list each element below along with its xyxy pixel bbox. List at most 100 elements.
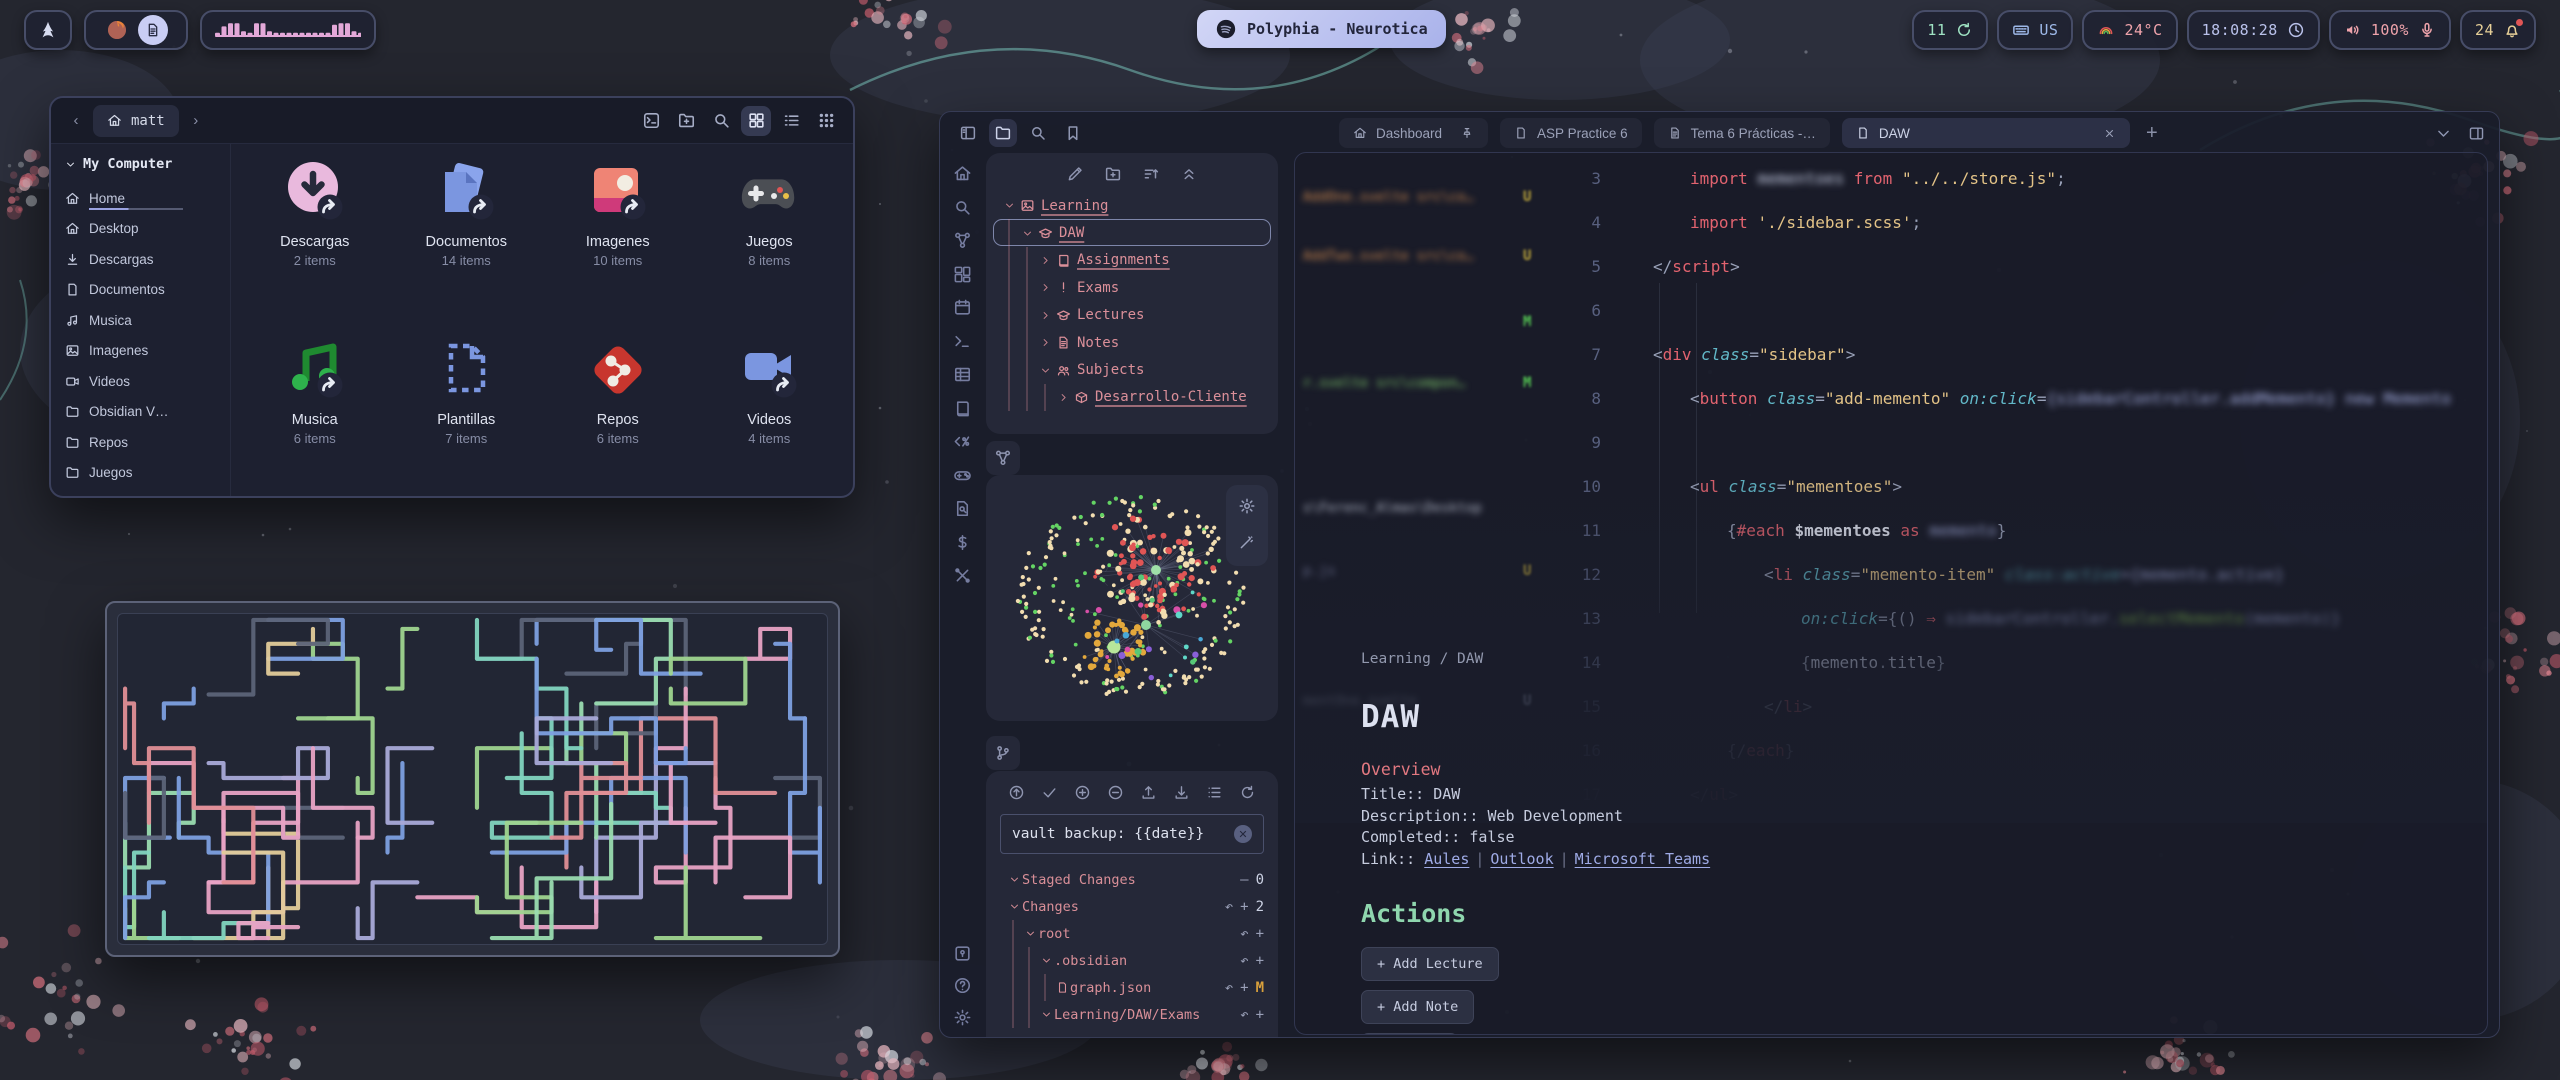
terminal-button[interactable] bbox=[636, 106, 666, 136]
graph-panel-toggle[interactable] bbox=[986, 441, 1020, 475]
undo-icon[interactable]: ↶ bbox=[1225, 980, 1233, 996]
sidebar-item-home[interactable]: Home bbox=[65, 183, 230, 214]
tree-pencil-button[interactable] bbox=[1066, 165, 1084, 183]
git-downloadtray-button[interactable] bbox=[1173, 784, 1190, 801]
breadcrumb[interactable]: matt bbox=[93, 105, 179, 137]
stage-icon[interactable]: + bbox=[1240, 899, 1248, 915]
git-row-root[interactable]: root↶+ bbox=[1000, 920, 1264, 947]
tree-item-notes[interactable]: Notes bbox=[986, 329, 1278, 356]
git-refresh-button[interactable] bbox=[1239, 784, 1256, 801]
dotsview-button[interactable] bbox=[811, 106, 841, 136]
git-upload-button[interactable] bbox=[1140, 784, 1157, 801]
volume-widget[interactable]: 100% bbox=[2329, 10, 2451, 50]
sidebar-item-obsidian-v-[interactable]: Obsidian V… bbox=[65, 397, 230, 428]
sidebar-item-juegos[interactable]: Juegos bbox=[65, 458, 230, 489]
files-tab[interactable] bbox=[989, 119, 1017, 147]
graph-settings-button[interactable] bbox=[1238, 497, 1256, 518]
sidebar-item-desktop[interactable]: Desktop bbox=[65, 214, 230, 245]
sidebar-header[interactable]: My Computer bbox=[65, 156, 230, 172]
ribbon-dashboard-button[interactable] bbox=[953, 265, 972, 284]
link-outlook[interactable]: Outlook bbox=[1490, 850, 1553, 868]
ribbon-search-button[interactable] bbox=[953, 198, 972, 217]
tree-item-lectures[interactable]: Lectures bbox=[986, 302, 1278, 329]
bookmarks-tab[interactable] bbox=[1059, 119, 1087, 147]
tab-daw[interactable]: DAW bbox=[1842, 118, 2130, 148]
git-row-staged-changes[interactable]: Staged Changes—0 bbox=[1000, 866, 1264, 893]
tab-list-dropdown[interactable] bbox=[2435, 125, 2452, 142]
folder-tile-juegos[interactable]: Juegos8 items bbox=[694, 160, 846, 320]
git-circleplus-button[interactable] bbox=[1074, 784, 1091, 801]
keyboard-widget[interactable]: US bbox=[1997, 10, 2073, 50]
sidebar-item-musica[interactable]: Musica bbox=[65, 305, 230, 336]
folder-tile-documentos[interactable]: Documentos14 items bbox=[391, 160, 543, 320]
back-button[interactable]: ‹ bbox=[63, 108, 89, 134]
sidebar-item-descargas[interactable]: Descargas bbox=[65, 244, 230, 275]
button--add-lecture[interactable]: + Add Lecture bbox=[1361, 947, 1499, 981]
folder-tile-plantillas[interactable]: Plantillas7 items bbox=[391, 338, 543, 498]
button--add-note[interactable]: + Add Note bbox=[1361, 990, 1474, 1024]
tree-item-subjects[interactable]: Subjects bbox=[986, 356, 1278, 383]
git-circleminus-button[interactable] bbox=[1107, 784, 1124, 801]
undo-icon[interactable]: ↶ bbox=[1240, 1007, 1248, 1023]
undo-icon[interactable]: ↶ bbox=[1225, 899, 1233, 915]
clear-message-button[interactable]: ✕ bbox=[1234, 825, 1252, 843]
forward-button[interactable]: › bbox=[183, 108, 209, 134]
git-circleup-button[interactable] bbox=[1008, 784, 1025, 801]
ribbon-gear-button[interactable] bbox=[953, 1008, 972, 1027]
ribbon-terminal-button[interactable] bbox=[953, 332, 972, 351]
ribbon-filesearch-button[interactable] bbox=[953, 499, 972, 518]
close-tab-icon[interactable] bbox=[2103, 127, 2116, 140]
note-breadcrumb[interactable]: Learning / DAW bbox=[1361, 651, 2427, 667]
undo-icon[interactable]: ↶ bbox=[1240, 953, 1248, 969]
tab-asp-practice-6[interactable]: ASP Practice 6 bbox=[1500, 118, 1642, 148]
git-row-changes[interactable]: Changes↶+2 bbox=[1000, 893, 1264, 920]
git-panel-toggle[interactable] bbox=[986, 736, 1020, 770]
ribbon-table-button[interactable] bbox=[953, 365, 972, 384]
discard-icon[interactable]: — bbox=[1240, 872, 1248, 888]
ribbon-vault-button[interactable] bbox=[953, 944, 972, 963]
git-row-learning-daw-exams[interactable]: Learning/DAW/Exams↶+ bbox=[1000, 1001, 1264, 1028]
tree-item-exams[interactable]: Exams bbox=[986, 274, 1278, 301]
stage-icon[interactable]: + bbox=[1256, 926, 1264, 942]
updates-widget[interactable]: 11 bbox=[1912, 10, 1988, 50]
folder-tile-repos[interactable]: Repos6 items bbox=[542, 338, 694, 498]
clock-widget[interactable]: 18:08:28 bbox=[2187, 10, 2320, 50]
ribbon-help-button[interactable] bbox=[953, 976, 972, 995]
stage-icon[interactable]: + bbox=[1256, 953, 1264, 969]
active-app-icon[interactable] bbox=[138, 15, 168, 45]
firefox-icon[interactable] bbox=[105, 18, 129, 42]
ribbon-dollar-button[interactable] bbox=[953, 533, 972, 552]
notification-widget[interactable]: 24 bbox=[2460, 10, 2536, 50]
sidebar-item-documentos[interactable]: Documentos bbox=[65, 275, 230, 306]
folder-tile-descargas[interactable]: Descargas2 items bbox=[239, 160, 391, 320]
commit-message-input[interactable]: vault backup: {{date}} ✕ bbox=[1000, 814, 1264, 854]
link-aules[interactable]: Aules bbox=[1424, 850, 1469, 868]
tab-tema-6-pr-cticas-[interactable]: Tema 6 Prácticas -… bbox=[1654, 118, 1830, 148]
now-playing-widget[interactable]: Polyphia - Neurotica bbox=[1197, 10, 1446, 48]
tree-collapse-button[interactable] bbox=[1180, 165, 1198, 183]
search-button[interactable] bbox=[706, 106, 736, 136]
stage-icon[interactable]: + bbox=[1256, 1007, 1264, 1023]
ribbon-network-button[interactable] bbox=[953, 231, 972, 250]
folder-tile-imagenes[interactable]: Imagenes10 items bbox=[542, 160, 694, 320]
toggle-left-sidebar[interactable] bbox=[954, 119, 982, 147]
button-partial[interactable] bbox=[1361, 1033, 1458, 1035]
gridview-button[interactable] bbox=[741, 106, 771, 136]
launcher-button[interactable] bbox=[24, 10, 72, 50]
folder-tile-musica[interactable]: Musica6 items bbox=[239, 338, 391, 498]
ribbon-book-button[interactable] bbox=[953, 399, 972, 418]
search-tab[interactable] bbox=[1024, 119, 1052, 147]
git-check-button[interactable] bbox=[1041, 784, 1058, 801]
listview-button[interactable] bbox=[776, 106, 806, 136]
git-row-graph-json[interactable]: graph.json↶+M bbox=[1000, 974, 1264, 1001]
tree-item-assignments[interactable]: Assignments bbox=[986, 247, 1278, 274]
ribbon-home-button[interactable] bbox=[953, 164, 972, 183]
ribbon-tools-button[interactable] bbox=[953, 566, 972, 585]
ribbon-anglepct-button[interactable] bbox=[953, 432, 972, 451]
tree-folderplus-button[interactable] bbox=[1104, 165, 1122, 183]
tree-sortasc-button[interactable] bbox=[1142, 165, 1160, 183]
ribbon-gamepad-button[interactable] bbox=[953, 466, 972, 485]
tree-item-desarrollo-cliente[interactable]: Desarrollo-Cliente bbox=[986, 384, 1278, 411]
stage-icon[interactable]: + bbox=[1240, 980, 1248, 996]
sidebar-item-imagenes[interactable]: Imagenes bbox=[65, 336, 230, 367]
